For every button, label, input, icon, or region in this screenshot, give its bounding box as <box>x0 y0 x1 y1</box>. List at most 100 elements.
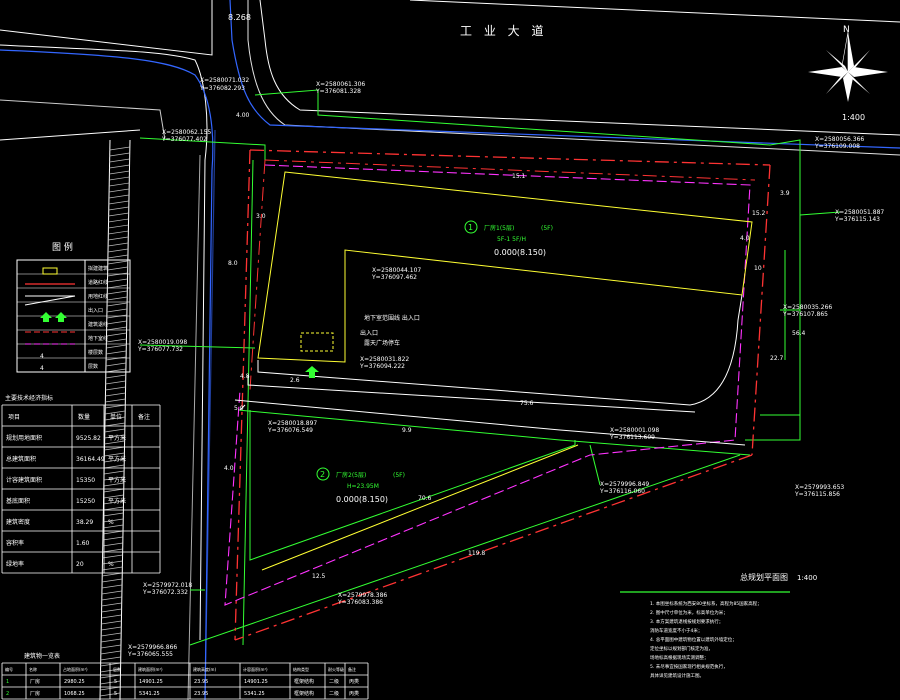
plant-1-elevation: 0.000(8.150) <box>494 248 546 257</box>
econ-title: 主要技术经济指标 <box>5 394 53 402</box>
svg-text:Y=376115.143: Y=376115.143 <box>834 216 880 223</box>
econ-cell: 总建筑面积 <box>6 455 36 463</box>
svg-text:12.5: 12.5 <box>312 573 326 580</box>
building-table-cell: 1 <box>6 679 9 685</box>
svg-text:22.7: 22.7 <box>770 355 784 362</box>
econ-cell: 建筑密度 <box>6 518 30 526</box>
building-table-cell: 1068.25 <box>64 691 85 697</box>
building-table-header: 占地面积(m²) <box>63 666 88 672</box>
svg-text:X=2580035.266: X=2580035.266 <box>783 304 832 311</box>
svg-text:4: 4 <box>40 365 44 372</box>
econ-cell: % <box>108 519 114 526</box>
svg-text:X=2580044.107: X=2580044.107 <box>372 267 421 274</box>
svg-text:15.1: 15.1 <box>512 173 526 180</box>
svg-text:Y=376077.732: Y=376077.732 <box>137 346 183 353</box>
legend-item-label: 出入口 <box>88 307 103 314</box>
plan-scale: 1:400 <box>797 574 817 582</box>
svg-text:Y=376107.865: Y=376107.865 <box>782 311 828 318</box>
plan-note-line: 定位坐标以规划部门核定为准， <box>650 645 713 652</box>
svg-text:8.0: 8.0 <box>228 260 238 267</box>
building-table-header: 编号 <box>5 666 13 672</box>
plant-2-name: 厂房2(5层) <box>336 471 366 479</box>
svg-text:X=2579996.849: X=2579996.849 <box>600 481 649 488</box>
road-elevation: 8.268 <box>228 13 251 22</box>
svg-text:9.9: 9.9 <box>402 427 412 434</box>
building-table-header: 建筑面积(m²) <box>138 666 163 672</box>
parking-note: 露天广场停车 <box>364 339 400 347</box>
svg-text:4: 4 <box>40 353 44 360</box>
econ-cell: 15250 <box>76 498 95 505</box>
svg-text:Y=376094.222: Y=376094.222 <box>359 363 405 370</box>
svg-text:75.6: 75.6 <box>520 400 534 407</box>
svg-text:4.8: 4.8 <box>240 373 250 380</box>
econ-cell: 容积率 <box>6 539 24 547</box>
building-table-cell: 2 <box>6 691 9 697</box>
building-table-header: 层数 <box>113 666 121 672</box>
legend-title: 图 例 <box>52 241 73 253</box>
building-table-cell: 框架结构 <box>294 690 314 697</box>
svg-text:X=2580061.306: X=2580061.306 <box>316 81 365 88</box>
svg-text:Y=376097.462: Y=376097.462 <box>371 274 417 281</box>
building-table-cell: 丙类 <box>349 678 359 685</box>
drawing-background <box>0 0 900 700</box>
building-table-header: 计容面积(m²) <box>243 666 268 672</box>
econ-cell: 1.60 <box>76 540 90 547</box>
building-table-cell: 5341.25 <box>244 691 265 697</box>
building-table-cell: 厂房 <box>30 690 40 697</box>
entry-note: 出入口 <box>360 329 378 337</box>
plan-note-line: 场地标高根据现场实测调整； <box>650 654 709 661</box>
econ-cell: 20 <box>76 561 84 568</box>
econ-cell: 平方米 <box>108 455 126 463</box>
svg-text:X=2579972.018: X=2579972.018 <box>143 582 192 589</box>
svg-text:X=2580001.098: X=2580001.098 <box>610 427 659 434</box>
plant-1-name: 厂房1(5层) <box>484 224 514 232</box>
building-table-cell: 23.95 <box>194 679 208 685</box>
plan-note-line: 1. 本图坐标系统为西安80坐标系，高程为85国家高程； <box>650 600 762 607</box>
building-table-cell: 2980.25 <box>64 679 85 685</box>
road-name: 工 业 大 道 <box>460 24 547 38</box>
plan-note-line: 2. 图中尺寸单位为米，标高单位为米； <box>650 609 728 616</box>
drawing-scale: 1:400 <box>842 113 865 122</box>
basement-note: 地下室范围线 出入口 <box>364 314 420 322</box>
svg-text:119.8: 119.8 <box>468 550 485 557</box>
plant-2-elevation: 0.000(8.150) <box>336 495 388 504</box>
svg-text:Y=376065.555: Y=376065.555 <box>127 651 173 658</box>
plan-note-line: 消防车道宽度不小于4米； <box>650 627 702 634</box>
svg-text:Y=376081.328: Y=376081.328 <box>315 88 361 95</box>
svg-text:Y=376109.008: Y=376109.008 <box>814 143 860 150</box>
econ-cell: 绿地率 <box>6 560 24 568</box>
building-table-header: 建筑高度(m) <box>193 666 216 672</box>
legend-item-label: 层数 <box>88 363 98 370</box>
building-table-cell: 丙类 <box>349 690 359 697</box>
svg-text:Y=376072.332: Y=376072.332 <box>142 589 188 596</box>
svg-text:3.9: 3.9 <box>780 190 790 197</box>
svg-text:X=2579966.866: X=2579966.866 <box>128 644 177 651</box>
plant-2-number: 2 <box>320 470 325 479</box>
building-table-cell: 二级 <box>329 690 339 697</box>
building-table-cell: 14901.25 <box>244 679 268 685</box>
svg-text:X=2580056.366: X=2580056.366 <box>815 136 864 143</box>
legend-item-label: 拟建建筑 <box>88 265 108 272</box>
plan-note-line: 5. 未尽事宜按国家现行相关规范执行， <box>650 663 728 670</box>
building-table-cell: 23.95 <box>194 691 208 697</box>
north-label: N <box>843 25 850 35</box>
svg-text:X=2580051.887: X=2580051.887 <box>835 209 884 216</box>
building-table-cell: 二级 <box>329 678 339 685</box>
building-table-cell: 框架结构 <box>294 678 314 685</box>
svg-text:70.6: 70.6 <box>418 495 432 502</box>
plan-note-line: 具体详见建筑设计施工图。 <box>650 672 704 679</box>
svg-text:5.0: 5.0 <box>234 405 244 412</box>
econ-cell: 平方米 <box>108 434 126 442</box>
plant-1-sub: 5F-1 5F/H <box>497 236 526 243</box>
svg-text:X=2580018.897: X=2580018.897 <box>268 420 317 427</box>
plant-1-floors: (5F) <box>541 225 553 232</box>
econ-cell: 基底面积 <box>6 497 30 505</box>
econ-header: 项目 <box>8 414 20 421</box>
building-table-header: 名称 <box>29 666 37 672</box>
svg-text:X=2580031.822: X=2580031.822 <box>360 356 409 363</box>
building-table-header: 耐火等级 <box>328 666 344 672</box>
building-table-cell: 5341.25 <box>139 691 160 697</box>
building-table-header: 结构类型 <box>293 666 309 672</box>
svg-text:X=2579978.386: X=2579978.386 <box>338 592 387 599</box>
svg-text:10: 10 <box>754 265 762 272</box>
